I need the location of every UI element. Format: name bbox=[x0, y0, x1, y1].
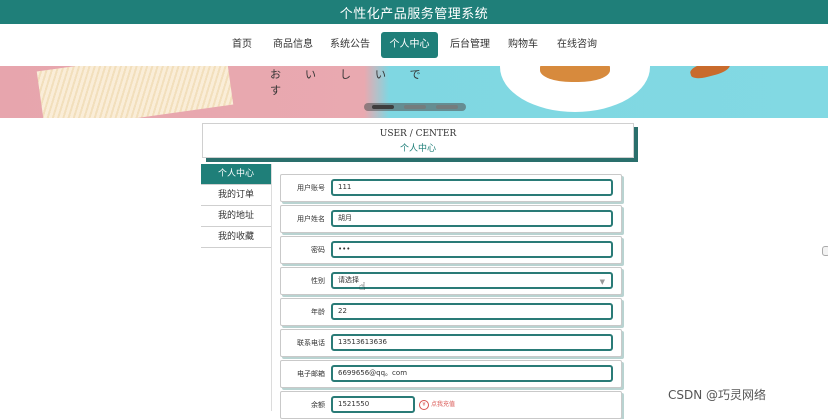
sidebar-item-orders[interactable]: 我的订单 bbox=[201, 185, 271, 206]
password-input[interactable]: ••• bbox=[331, 241, 613, 258]
email-input[interactable]: 6699656@qq。com bbox=[331, 365, 613, 382]
carousel-dot-2[interactable] bbox=[404, 105, 426, 109]
age-label: 年龄 bbox=[311, 308, 325, 316]
form-row-account: 用户账号 111 bbox=[280, 174, 622, 202]
carousel-dot-1[interactable] bbox=[372, 105, 394, 109]
gender-select-value: 请选择 bbox=[338, 276, 359, 284]
gender-label: 性别 bbox=[311, 277, 325, 285]
nav-products[interactable]: 商品信息 bbox=[270, 32, 316, 58]
nav-cart[interactable]: 购物车 bbox=[505, 32, 541, 58]
balance-label: 余额 bbox=[311, 401, 325, 409]
form-row-email: 电子邮箱 6699656@qq。com bbox=[280, 360, 622, 388]
page-title-box: USER / CENTER 个人中心 bbox=[202, 123, 634, 158]
recharge-label: 点我充值 bbox=[431, 401, 456, 408]
sidebar-item-user-center[interactable]: 个人中心 bbox=[201, 164, 271, 185]
app-title: 个性化产品服务管理系统 bbox=[339, 6, 489, 22]
nav-admin[interactable]: 后台管理 bbox=[447, 32, 493, 58]
page-title-cn: 个人中心 bbox=[399, 144, 436, 154]
banner-noodles-image bbox=[36, 66, 234, 118]
recharge-icon: ¥ bbox=[419, 399, 429, 410]
nav-user-center[interactable]: 个人中心 bbox=[381, 32, 438, 58]
name-label: 用户姓名 bbox=[297, 215, 325, 223]
nav-home[interactable]: 首页 bbox=[226, 32, 258, 58]
main-nav: 首页 商品信息 系统公告 个人中心 后台管理 购物车 在线咨询 bbox=[0, 24, 828, 67]
age-input[interactable]: 22 bbox=[331, 303, 613, 320]
user-sidebar: 个人中心 我的订单 我的地址 我的收藏 bbox=[201, 164, 272, 411]
mouse-cursor-icon: ☝ bbox=[359, 280, 366, 293]
gender-select[interactable]: 请选择 ▼ bbox=[331, 272, 613, 289]
form-row-age: 年龄 22 bbox=[280, 298, 622, 326]
nav-online-consult[interactable]: 在线咨询 bbox=[554, 32, 600, 58]
sidebar-item-favorites[interactable]: 我的收藏 bbox=[201, 227, 271, 248]
banner-text: おいしいです bbox=[270, 68, 445, 97]
account-label: 用户账号 bbox=[297, 184, 325, 192]
form-row-password: 密码 ••• bbox=[280, 236, 622, 264]
nav-announcements[interactable]: 系统公告 bbox=[327, 32, 373, 58]
banner-carousel[interactable]: おいしいです bbox=[0, 66, 828, 118]
form-row-phone: 联系电话 13513613636 bbox=[280, 329, 622, 357]
side-scroll-handle[interactable] bbox=[822, 246, 828, 256]
balance-input[interactable]: 1521550 bbox=[331, 396, 415, 413]
form-row-balance: 余额 1521550 ¥ 点我充值 bbox=[280, 391, 622, 419]
account-input[interactable]: 111 bbox=[331, 179, 613, 196]
recharge-link[interactable]: ¥ 点我充值 bbox=[419, 398, 455, 412]
form-row-name: 用户姓名 胡月 bbox=[280, 205, 622, 233]
banner-food-image-2 bbox=[688, 66, 732, 81]
carousel-dot-3[interactable] bbox=[436, 105, 458, 109]
page-title-en: USER / CENTER bbox=[379, 129, 457, 139]
email-label: 电子邮箱 bbox=[297, 370, 325, 378]
form-row-gender: 性别 请选择 ▼ bbox=[280, 267, 622, 295]
watermark: CSDN @巧灵网络 bbox=[668, 388, 767, 402]
name-input[interactable]: 胡月 bbox=[331, 210, 613, 227]
phone-label: 联系电话 bbox=[297, 339, 325, 347]
app-title-bar: 个性化产品服务管理系统 bbox=[0, 0, 828, 24]
sidebar-item-addresses[interactable]: 我的地址 bbox=[201, 206, 271, 227]
phone-input[interactable]: 13513613636 bbox=[331, 334, 613, 351]
carousel-indicators bbox=[364, 103, 466, 111]
password-label: 密码 bbox=[311, 246, 325, 254]
chevron-down-icon: ▼ bbox=[599, 278, 605, 286]
